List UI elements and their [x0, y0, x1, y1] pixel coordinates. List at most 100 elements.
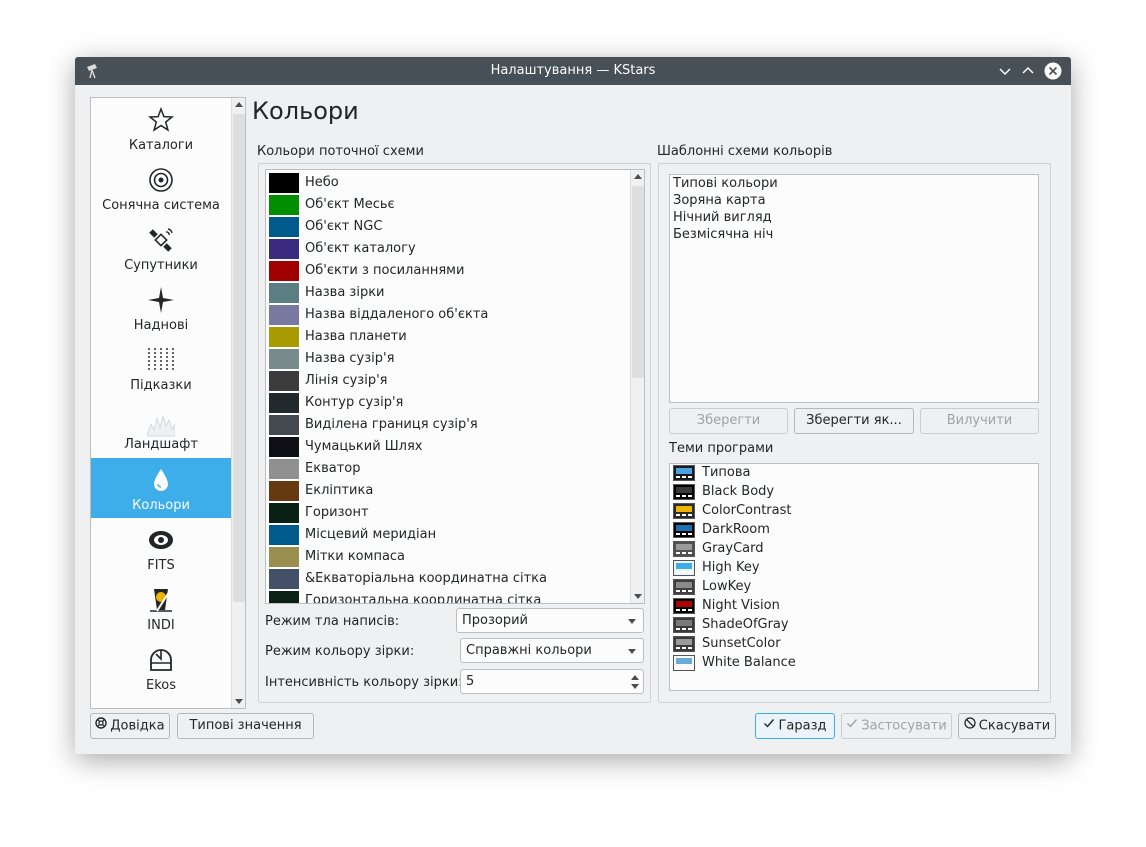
supernova-icon	[147, 286, 175, 314]
color-swatch	[269, 415, 299, 435]
sidebar-item-supernovae[interactable]: Наднові	[91, 278, 231, 338]
color-list-item[interactable]: Мітки компаса	[269, 546, 629, 568]
star-intensity-label: Інтенсивність кольору зірки:	[265, 675, 463, 690]
triangle-up-icon	[634, 174, 642, 179]
scroll-down-arrow[interactable]	[631, 589, 644, 603]
defaults-button[interactable]: Типові значення	[177, 713, 314, 739]
sidebar-scrollbar[interactable]	[231, 98, 245, 708]
color-list-item[interactable]: Об'єкти з посиланнями	[269, 260, 629, 282]
color-swatch	[269, 591, 299, 603]
scheme-list-item[interactable]: Нічний вигляд	[673, 210, 772, 227]
scheme-list-item[interactable]: Зоряна карта	[673, 193, 766, 210]
color-list-item[interactable]: Назва віддаленого об'єкта	[269, 304, 629, 326]
sidebar-item-indi[interactable]: INDI	[91, 578, 231, 638]
theme-item-label: White Balance	[702, 655, 796, 670]
star-intensity-value: 5	[466, 674, 475, 689]
color-swatch	[269, 173, 299, 193]
theme-darkroom-icon	[673, 522, 695, 538]
ok-button[interactable]: Гаразд	[755, 713, 835, 739]
color-swatch	[269, 503, 299, 523]
color-list-item[interactable]: Назва планети	[269, 326, 629, 348]
color-item-label: Небо	[305, 175, 339, 190]
sidebar-item-landscape[interactable]: Ландшафт	[91, 398, 231, 458]
theme-list[interactable]: Типова Black Body ColorContrast DarkRoom Gra…	[669, 463, 1039, 691]
color-list-item[interactable]: &Екваторіальна координатна сітка	[269, 568, 629, 590]
sidebar-scroll-thumb[interactable]	[233, 114, 245, 602]
color-list-item[interactable]: Небо	[269, 172, 629, 194]
sidebar-item-satellites[interactable]: Супутники	[91, 218, 231, 278]
theme-item-label: GrayCard	[702, 541, 764, 556]
theme-item-label: SunsetColor	[702, 636, 781, 651]
indi-icon	[147, 586, 175, 614]
color-list-item[interactable]: Місцевий меридіан	[269, 524, 629, 546]
color-list-item[interactable]: Лінія сузір'я	[269, 370, 629, 392]
color-list-scrollbar[interactable]	[630, 170, 644, 603]
color-list-item[interactable]: Екліптика	[269, 480, 629, 502]
color-list[interactable]: Горизонтальна координатна сітка &Екваторі…	[265, 169, 645, 604]
scroll-down-arrow[interactable]	[232, 694, 245, 708]
chevron-up-icon	[1022, 66, 1034, 74]
sidebar-item-ekos[interactable]: Ekos	[91, 638, 231, 698]
theme-item-label: DarkRoom	[702, 522, 770, 537]
sidebar-item-solar-system[interactable]: Сонячна система	[91, 158, 231, 218]
bg-mode-label: Режим тла написів:	[265, 614, 400, 629]
guides-icon	[147, 346, 175, 374]
help-button[interactable]: Довідка	[90, 713, 170, 739]
theme-shadeofgray-icon	[673, 617, 695, 633]
close-button[interactable]	[1044, 62, 1062, 80]
chevron-down-icon	[628, 649, 636, 654]
color-item-label: Назва віддаленого об'єкта	[305, 307, 489, 322]
color-swatch	[269, 349, 299, 369]
sidebar-item-guides[interactable]: Підказки	[91, 338, 231, 398]
color-list-scroll-thumb[interactable]	[632, 186, 644, 378]
scroll-up-arrow[interactable]	[232, 98, 245, 112]
sidebar-item-colors[interactable]: Кольори	[91, 458, 231, 518]
color-list-item[interactable]: Об'єкт каталогу	[269, 238, 629, 260]
color-list-item[interactable]: Горизонт	[269, 502, 629, 524]
sidebar-item-fits[interactable]: FITS	[91, 518, 231, 578]
color-item-label: Об'єкт Месьє	[305, 197, 395, 212]
color-item-label: Лінія сузір'я	[305, 373, 388, 388]
color-list-item[interactable]: Чумацький Шлях	[269, 436, 629, 458]
color-list-item[interactable]: Об'єкт Месьє	[269, 194, 629, 216]
star-color-mode-select[interactable]: Справжні кольори	[460, 638, 644, 663]
theme-item-label: ShadeOfGray	[702, 617, 789, 632]
bg-mode-value: Прозорий	[462, 613, 528, 628]
save-scheme-as-button[interactable]: Зберегти як...	[794, 408, 914, 434]
theme-default-icon	[673, 465, 695, 481]
color-list-item[interactable]: Екватор	[269, 458, 629, 480]
remove-scheme-button[interactable]: Вилучити	[920, 408, 1039, 434]
check-icon	[763, 714, 775, 738]
color-list-item[interactable]: Назва зірки	[269, 282, 629, 304]
color-list-item[interactable]: Горизонтальна координатна сітка	[269, 590, 629, 604]
color-swatch	[269, 217, 299, 237]
check-icon	[846, 714, 858, 738]
scheme-list-item[interactable]: Типові кольори	[673, 176, 778, 193]
maximize-button[interactable]	[1019, 62, 1037, 80]
sidebar-item-catalogs[interactable]: Каталоги	[91, 98, 231, 158]
spin-arrows-icon[interactable]	[630, 672, 640, 692]
color-list-item[interactable]: Об'єкт NGC	[269, 216, 629, 238]
scroll-up-arrow[interactable]	[631, 170, 644, 184]
star-intensity-spinbox[interactable]: 5	[460, 669, 644, 694]
color-list-item[interactable]: Контур сузір'я	[269, 392, 629, 414]
fits-icon	[147, 526, 175, 554]
save-scheme-button[interactable]: Зберегти	[669, 408, 788, 434]
color-list-item[interactable]: Назва сузір'я	[269, 348, 629, 370]
color-item-label: Об'єкт каталогу	[305, 241, 416, 256]
title-bar[interactable]: Налаштування — KStars	[75, 57, 1071, 85]
apply-button[interactable]: Застосувати	[841, 713, 952, 739]
color-swatch	[269, 437, 299, 457]
ok-label: Гаразд	[778, 718, 827, 734]
page-title: Кольори	[252, 97, 359, 125]
minimize-button[interactable]	[996, 62, 1014, 80]
color-item-label: Назва сузір'я	[305, 351, 395, 366]
color-item-label: Горизонтальна координатна сітка	[305, 593, 542, 604]
scheme-list-item[interactable]: Безмісячна ніч	[673, 227, 773, 244]
star-color-mode-label: Режим кольору зірки:	[265, 644, 415, 659]
cancel-button[interactable]: Скасувати	[958, 713, 1056, 739]
color-list-item[interactable]: Виділена границя сузір'я	[269, 414, 629, 436]
color-swatch	[269, 239, 299, 259]
scheme-list[interactable]: Типові кольори Зоряна карта Нічний вигляд Б…	[669, 174, 1039, 403]
bg-mode-select[interactable]: Прозорий	[456, 608, 644, 633]
